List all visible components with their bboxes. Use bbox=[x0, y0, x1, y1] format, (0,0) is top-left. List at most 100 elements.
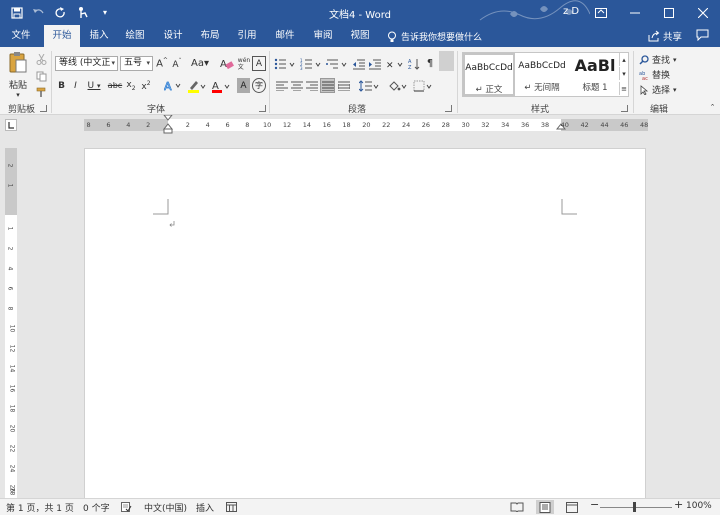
font-color-button[interactable]: A bbox=[210, 78, 232, 93]
grow-font-button[interactable]: A^ bbox=[155, 56, 169, 71]
ruler-tick-label: 46 bbox=[620, 121, 629, 129]
share-button[interactable]: 共享 bbox=[648, 29, 682, 43]
proofing-icon[interactable] bbox=[121, 502, 132, 512]
copy-button[interactable] bbox=[34, 69, 48, 83]
tell-me-box[interactable]: 告诉我你想要做什么 bbox=[387, 30, 482, 43]
tab-selector-button[interactable] bbox=[5, 119, 17, 131]
superscript-button[interactable]: x2 bbox=[139, 78, 153, 93]
format-painter-button[interactable] bbox=[34, 85, 48, 99]
vertical-ruler[interactable]: 2 1 1 2 4 6 8 10 12 14 16 18 20 22 24 26 28 bbox=[5, 148, 17, 498]
zoom-slider[interactable] bbox=[600, 507, 672, 508]
customize-qat-icon[interactable]: ▾ bbox=[96, 4, 114, 21]
read-mode-button[interactable] bbox=[508, 500, 526, 514]
justify-button[interactable] bbox=[320, 78, 335, 93]
numbering-button[interactable]: 123 bbox=[299, 56, 323, 71]
borders-button[interactable] bbox=[412, 78, 434, 93]
enclose-circle-button[interactable]: 字 bbox=[252, 78, 266, 93]
align-left-button[interactable] bbox=[275, 78, 289, 93]
macro-record-icon[interactable] bbox=[226, 502, 237, 512]
tab-layout[interactable]: 布局 bbox=[193, 25, 227, 47]
font-name-combo[interactable]: 等线 (中文正 ▾ bbox=[55, 56, 118, 71]
strikethrough-button[interactable]: abc bbox=[107, 78, 123, 93]
font-size-combo[interactable]: 五号 ▾ bbox=[120, 56, 153, 71]
tab-review[interactable]: 审阅 bbox=[306, 25, 340, 47]
clear-formatting-button[interactable]: A bbox=[219, 56, 235, 71]
maximize-button[interactable] bbox=[652, 0, 686, 25]
find-button[interactable]: 查找 ▾ bbox=[639, 53, 677, 66]
tab-references[interactable]: 引用 bbox=[230, 25, 264, 47]
style-normal[interactable]: AaBbCcDd ↵ 正文 bbox=[463, 53, 515, 96]
show-marks-button[interactable]: ¶ bbox=[423, 56, 437, 71]
align-center-button[interactable] bbox=[290, 78, 304, 93]
tab-draw[interactable]: 绘图 bbox=[118, 25, 152, 47]
phonetic-guide-button[interactable]: wén 文 bbox=[237, 56, 251, 71]
shading-button[interactable] bbox=[387, 78, 409, 93]
paste-dropdown-icon[interactable]: ▾ bbox=[16, 91, 20, 99]
minimize-button[interactable] bbox=[618, 0, 652, 25]
word-count-status[interactable]: 0 个字 bbox=[83, 501, 110, 514]
bullets-button[interactable] bbox=[273, 56, 297, 71]
clipboard-launcher-icon[interactable] bbox=[40, 105, 47, 112]
styles-scroll-up-icon[interactable]: ▴ bbox=[619, 53, 628, 66]
paste-button[interactable]: 粘贴 ▾ bbox=[6, 51, 30, 99]
chinese-layout-button[interactable]: ✕ bbox=[385, 56, 405, 71]
highlight-color-button[interactable] bbox=[186, 78, 208, 93]
cut-button[interactable] bbox=[34, 52, 48, 66]
touch-mode-icon[interactable] bbox=[74, 4, 92, 21]
redo-icon[interactable] bbox=[52, 4, 70, 21]
style-no-spacing[interactable]: AaBbCcDd ↵ 无间隔 bbox=[516, 53, 568, 96]
tab-insert[interactable]: 插入 bbox=[82, 25, 116, 47]
bold-button[interactable]: B bbox=[55, 78, 68, 93]
indent-markers-icon[interactable] bbox=[163, 115, 173, 135]
styles-scroll-down-icon[interactable]: ▾ bbox=[619, 67, 628, 80]
text-effects-button[interactable]: A bbox=[163, 78, 183, 93]
close-button[interactable] bbox=[686, 0, 720, 25]
tab-mailings[interactable]: 邮件 bbox=[268, 25, 302, 47]
shrink-font-button[interactable]: Aˇ bbox=[170, 56, 184, 71]
styles-launcher-icon[interactable] bbox=[621, 105, 628, 112]
distributed-icon bbox=[338, 81, 350, 91]
print-layout-button[interactable] bbox=[536, 500, 554, 514]
align-right-button[interactable] bbox=[305, 78, 319, 93]
italic-button[interactable]: I bbox=[69, 78, 82, 93]
page-count-status[interactable]: 第 1 页，共 1 页 bbox=[6, 501, 74, 514]
subscript-button[interactable]: x2 bbox=[124, 78, 138, 93]
multilevel-list-button[interactable] bbox=[325, 56, 349, 71]
select-button[interactable]: 选择 ▾ bbox=[639, 83, 677, 96]
cursor-mode-button[interactable] bbox=[439, 51, 454, 71]
ribbon-display-options-button[interactable] bbox=[584, 0, 618, 25]
undo-icon[interactable] bbox=[30, 4, 48, 21]
font-launcher-icon[interactable] bbox=[259, 105, 266, 112]
change-case-button[interactable]: Aa▾ bbox=[190, 56, 210, 71]
increase-indent-button[interactable] bbox=[368, 56, 382, 71]
zoom-in-button[interactable]: + bbox=[674, 498, 683, 511]
input-mode-status[interactable]: 插入 bbox=[196, 501, 214, 514]
distributed-button[interactable] bbox=[337, 78, 351, 93]
document-page[interactable] bbox=[84, 148, 646, 500]
save-icon[interactable] bbox=[8, 4, 26, 21]
language-status[interactable]: 中文(中国) bbox=[144, 501, 187, 514]
replace-button[interactable]: ab ac 替换 bbox=[639, 68, 670, 82]
decrease-indent-button[interactable] bbox=[352, 56, 366, 71]
tab-file[interactable]: 文件 bbox=[4, 25, 38, 47]
tab-view[interactable]: 视图 bbox=[343, 25, 377, 47]
paragraph-launcher-icon[interactable] bbox=[445, 105, 452, 112]
line-spacing-button[interactable] bbox=[358, 78, 380, 93]
collapse-ribbon-icon[interactable]: ⌃ bbox=[708, 102, 717, 112]
horizontal-ruler[interactable]: 8 6 4 2 2 4 6 8 10 12 14 16 18 20 22 24 26 28 30 32 34 36 38 40… bbox=[84, 115, 648, 134]
ruler-tick-label: 6 bbox=[6, 286, 14, 291]
enclose-characters-button[interactable]: A bbox=[252, 56, 266, 71]
underline-button[interactable]: U ▾ bbox=[84, 78, 104, 93]
tab-design[interactable]: 设计 bbox=[156, 25, 190, 47]
user-name[interactable]: z D bbox=[563, 6, 579, 17]
tab-home[interactable]: 开始 bbox=[44, 25, 80, 47]
sort-button[interactable]: AZ bbox=[407, 56, 421, 71]
zoom-out-button[interactable]: − bbox=[590, 498, 599, 511]
style-heading-1[interactable]: AaBl 标题 1 bbox=[569, 53, 621, 96]
comments-icon[interactable] bbox=[696, 29, 709, 44]
web-layout-button[interactable] bbox=[563, 500, 581, 514]
styles-more-icon[interactable]: ≡ bbox=[619, 82, 628, 95]
character-shading-button[interactable]: A bbox=[237, 78, 250, 93]
zoom-slider-thumb[interactable] bbox=[633, 502, 636, 512]
zoom-level[interactable]: 100% bbox=[686, 501, 712, 511]
